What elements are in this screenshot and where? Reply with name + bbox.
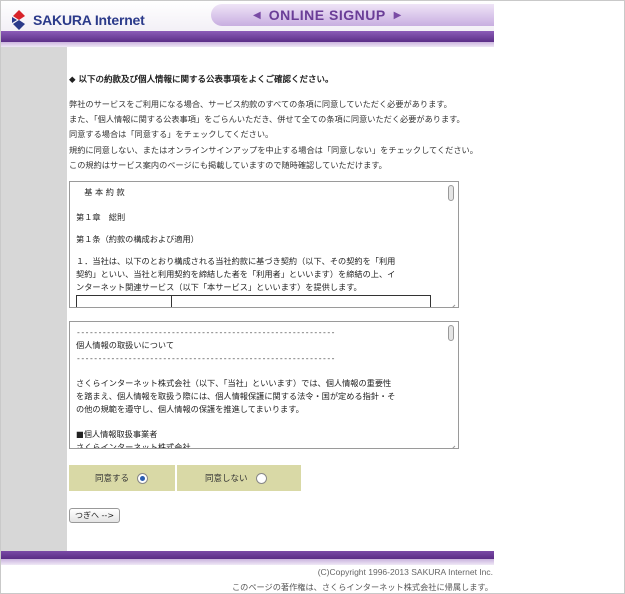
terms-content: 基 本 約 款 第１章 総則 第１条（約款の構成および適用） １．当社は、以下の… (76, 186, 431, 294)
terms-para-line: ンターネット関連サービス（以下「本サービス」といいます）を提供します。 (76, 282, 362, 292)
privacy-content: ----------------------------------------… (76, 326, 436, 449)
resize-handle-icon[interactable] (448, 297, 456, 307)
left-column (1, 47, 67, 551)
logo: SAKURA Internet (9, 9, 145, 31)
privacy-para-line: さくらインターネット株式会社（以下、「当社」といいます）では、個人情報の重要性 (76, 378, 392, 388)
terms-para-line: １．当社は、以下のとおり構成される当社約款に基づき契約（以下、その契約を「利用 (76, 256, 396, 266)
intro-line: この規約はサービス案内のページにも掲載していますので随時確認していただけます。 (69, 159, 387, 170)
privacy-para-line: の他の規範を遵守し、個人情報の保護を推進してまいります。 (76, 404, 304, 414)
divider-line: ----------------------------------------… (76, 354, 335, 363)
banner-title: ONLINE SIGNUP (268, 7, 386, 23)
terms-chapter: 第１章 総則 (76, 212, 126, 222)
terms-scrollbar[interactable] (448, 185, 454, 201)
header-bar (1, 31, 494, 42)
privacy-scrollbar[interactable] (448, 325, 454, 341)
arrow-left-icon: ◀ (253, 9, 261, 21)
arrow-right-icon: ▶ (393, 9, 402, 21)
disagree-label: 同意しない (205, 474, 248, 484)
resize-handle-icon[interactable] (448, 438, 456, 448)
consent-options: 同意する 同意しない (69, 465, 301, 491)
privacy-section-value: さくらインターネット株式会社 (76, 442, 191, 449)
agree-label: 同意する (95, 474, 130, 484)
divider-line: ----------------------------------------… (76, 328, 335, 337)
page-frame: SAKURA Internet ◀ ONLINE SIGNUP ▶ ◆ 以下の約… (0, 0, 625, 594)
agree-option[interactable]: 同意する (69, 465, 177, 491)
signup-banner: ◀ ONLINE SIGNUP ▶ (211, 4, 494, 26)
terms-paragraph: １．当社は、以下のとおり構成される当社約款に基づき契約（以下、その契約を「利用 … (76, 255, 431, 294)
disagree-option[interactable]: 同意しない (177, 465, 301, 491)
intro-line: 同意する場合は「同意する」をチェックしてください。 (69, 129, 274, 140)
page-heading: ◆ 以下の約款及び個人情報に関する公表事項をよくご確認ください。 (69, 75, 334, 85)
terms-article: 第１条（約款の構成および適用） (76, 234, 199, 244)
agree-radio[interactable] (137, 472, 149, 484)
privacy-title: 個人情報の取扱いについて (76, 340, 175, 350)
intro-line: 弊社のサービスをご利用になる場合、サービス約款のすべての条項に同意していただく必… (69, 99, 452, 109)
next-button[interactable]: つぎへ --> (69, 508, 121, 523)
terms-para-line: 契約」といい、当社と利用契約を締結した者を「利用者」といいます）を締結の上、イ (76, 269, 396, 279)
privacy-para-line: を踏まえ、個人情報を取扱う際には、個人情報保護に関する法令・国が定める指針・そ (76, 391, 396, 401)
sakura-logo-icon (9, 9, 29, 31)
terms-title: 基 本 約 款 (76, 187, 125, 197)
privacy-section-title: ■個人情報取扱事業者 (76, 429, 158, 439)
terms-textarea[interactable]: 基 本 約 款 第１章 総則 第１条（約款の構成および適用） １．当社は、以下の… (69, 181, 459, 308)
intro-line: また、「個人情報に関する公表事項」をごらんいただき、併せて全ての条項に同意いただ… (69, 114, 465, 125)
disagree-radio[interactable] (255, 472, 267, 484)
terms-table-edge (76, 295, 431, 307)
intro-line: 規約に同意しない、またはオンラインサインアップを中止する場合は「同意しない」をチ… (69, 144, 478, 155)
privacy-textarea[interactable]: ----------------------------------------… (69, 321, 459, 449)
logo-text: SAKURA Internet (33, 12, 145, 28)
copyright-text: (C)Copyright 1996-2013 SAKURA Internet I… (317, 567, 493, 577)
footer-bar-gradient (1, 559, 494, 565)
header: SAKURA Internet ◀ ONLINE SIGNUP ▶ (1, 1, 494, 42)
footer-bar (1, 551, 494, 559)
intro-text: 弊社のサービスをご利用になる場合、サービス約款のすべての条項に同意していただく必… (69, 97, 478, 173)
copyright-notice: このページの著作権は、さくらインターネット株式会社に帰属します。 (231, 582, 493, 592)
